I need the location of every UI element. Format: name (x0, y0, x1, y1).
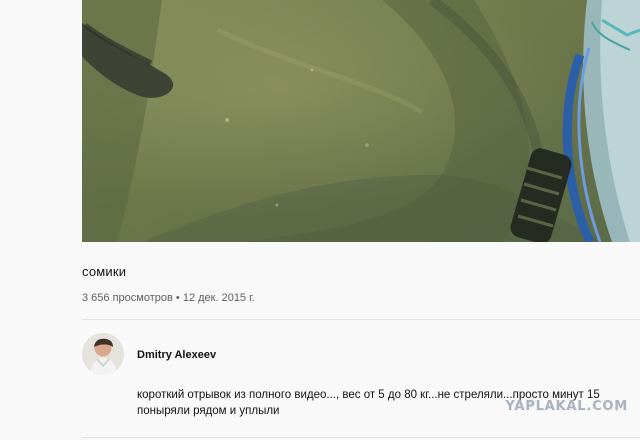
video-meta: сомики 3 656 просмотров • 12 дек. 2015 г… (82, 254, 640, 305)
avatar-image (82, 333, 124, 375)
video-player[interactable] (82, 0, 640, 242)
video-title: сомики (82, 264, 127, 279)
video-stats: 3 656 просмотров • 12 дек. 2015 г. (82, 291, 640, 305)
underwater-video-frame (82, 0, 640, 242)
view-count: 3 656 просмотров (82, 292, 173, 304)
bottom-divider (82, 437, 640, 438)
channel-name-link[interactable]: Dmitry Alexeev (137, 348, 216, 362)
site-watermark: YAPLAKAL.COM (505, 399, 628, 414)
publish-date: 12 дек. 2015 г. (182, 292, 255, 304)
video-watch-page: сомики 3 656 просмотров • 12 дек. 2015 г… (0, 0, 640, 440)
separator-dot: • (175, 292, 180, 304)
avatar[interactable] (82, 333, 124, 375)
divider (82, 319, 640, 320)
